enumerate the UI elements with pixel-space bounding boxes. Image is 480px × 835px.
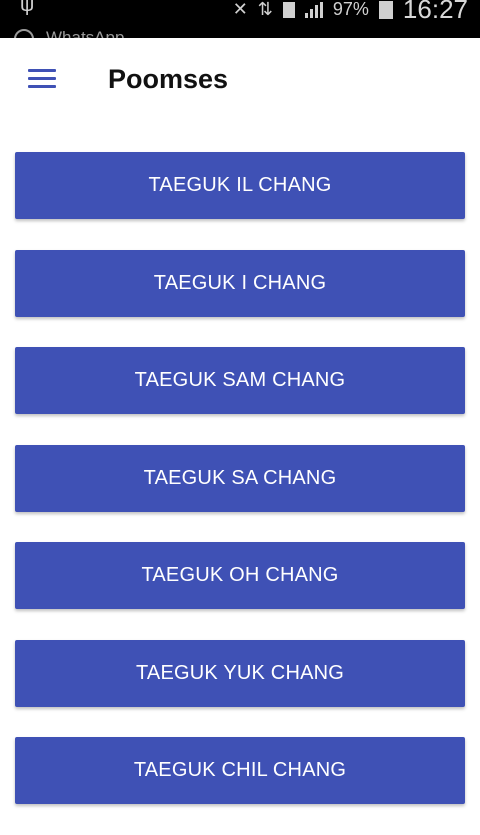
battery-percent: 97% bbox=[332, 0, 369, 19]
poomse-button-sa[interactable]: TAEGUK SA CHANG bbox=[15, 444, 465, 512]
whatsapp-icon bbox=[14, 28, 34, 38]
data-transfer-icon: ⇅ bbox=[257, 0, 273, 19]
poomse-button-oh[interactable]: TAEGUK OH CHANG bbox=[15, 542, 465, 609]
clock: 16:27 bbox=[402, 0, 468, 24]
hamburger-menu-icon[interactable] bbox=[28, 69, 56, 89]
poomse-button-chil[interactable]: TAEGUK CHIL CHANG bbox=[15, 737, 465, 804]
notification-row: WhatsApp bbox=[14, 28, 124, 38]
poomse-button-sam[interactable]: TAEGUK SAM CHANG bbox=[15, 347, 465, 414]
battery-charging-icon bbox=[378, 0, 393, 19]
signal-icon bbox=[304, 1, 323, 18]
usb-icon: ψ bbox=[20, 0, 35, 16]
app-bar: Poomses bbox=[0, 38, 480, 124]
notification-app-label: WhatsApp bbox=[46, 28, 125, 38]
poomse-list: TAEGUK IL CHANG TAEGUK I CHANG TAEGUK SA… bbox=[15, 152, 465, 835]
poomse-button-i[interactable]: TAEGUK I CHANG bbox=[15, 249, 465, 317]
page-title: Poomses bbox=[108, 64, 229, 94]
notifications-off-icon: ✕ bbox=[232, 0, 248, 19]
sim-icon bbox=[282, 1, 295, 18]
poomse-button-il[interactable]: TAEGUK IL CHANG bbox=[15, 152, 465, 219]
status-icons: ✕ ⇅ 97% 16:27 bbox=[233, 0, 468, 25]
status-bar: ψ WhatsApp ✕ ⇅ 97% 16:27 bbox=[0, 0, 480, 38]
poomse-button-yuk[interactable]: TAEGUK YUK CHANG bbox=[15, 639, 465, 707]
